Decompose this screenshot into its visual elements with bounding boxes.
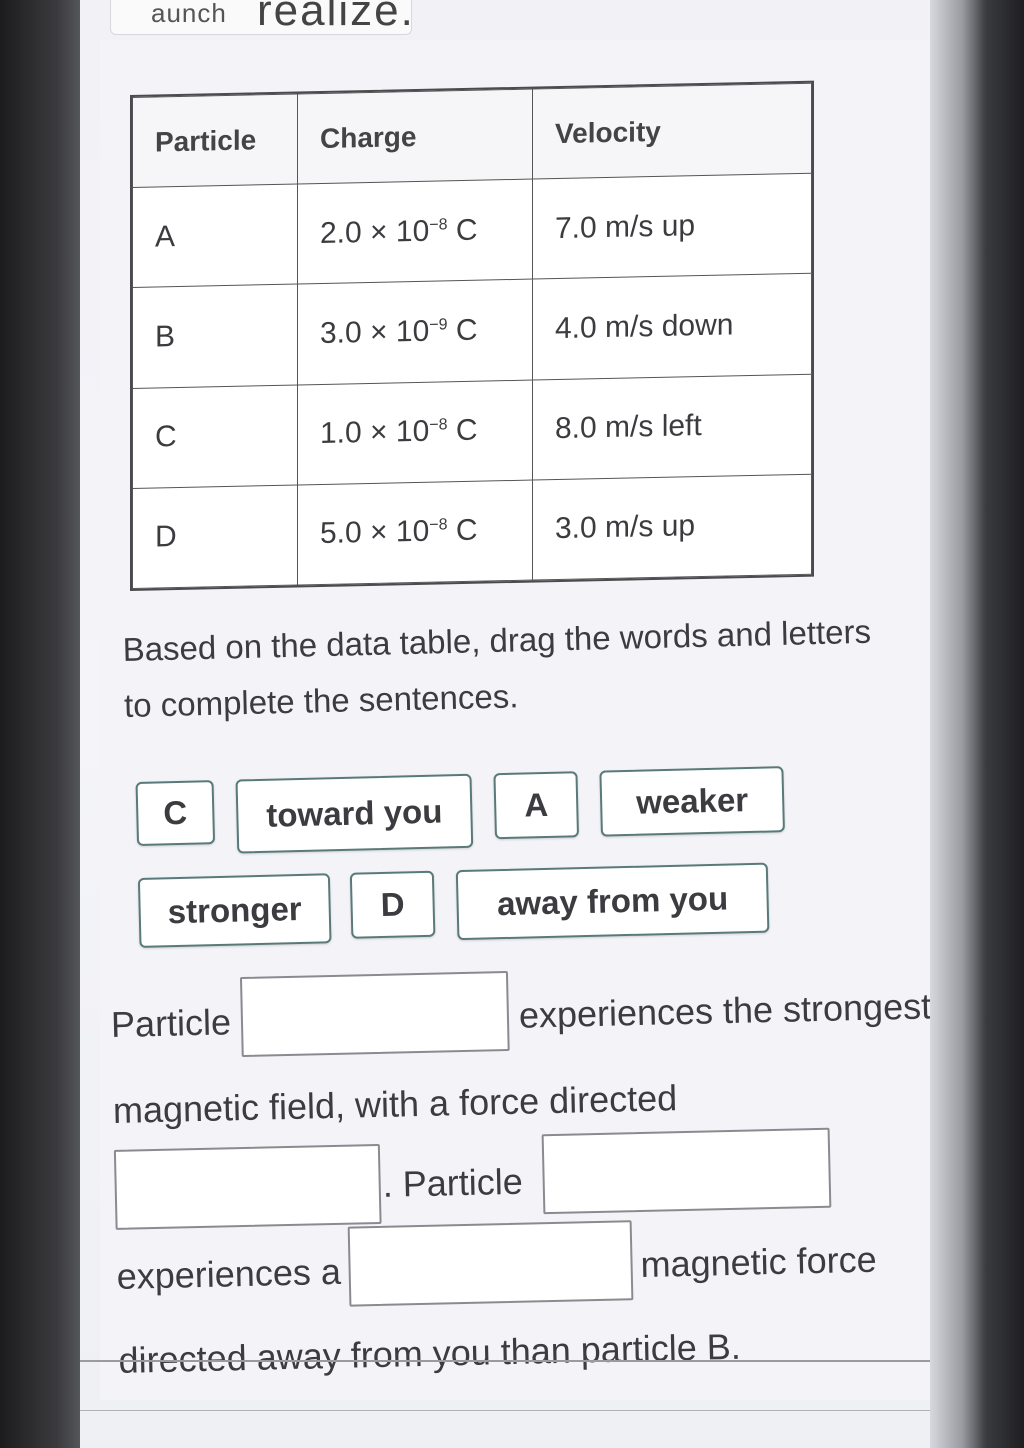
cell-charge: 3.0 × 10−9 C [297,279,533,385]
drop-target-2[interactable] [113,1143,382,1230]
device-bezel-left [0,0,80,1448]
sentence-text-6: magnetic force [640,1238,878,1286]
drop-target-1[interactable] [239,970,510,1058]
launch-label[interactable]: aunch [151,0,227,29]
table-row: B 3.0 × 10−9 C 4.0 m/s down [132,273,812,388]
sentence-text-3: magnetic field, with a force directed [112,1077,678,1131]
chip-d[interactable]: D [349,870,436,939]
sentence-text-5: experiences a [116,1250,342,1297]
cell-particle: C [132,384,298,489]
device-bezel-right [929,0,1024,1448]
chip-weaker[interactable]: weaker [599,766,785,837]
cell-particle: D [132,484,298,589]
screen: aunch realize. Particle Charge Velocity … [80,0,930,1448]
header-velocity: Velocity [532,83,812,180]
cell-velocity: 4.0 m/s down [532,273,812,380]
data-table: Particle Charge Velocity A 2.0 × 10−8 C … [130,80,814,591]
cell-velocity: 8.0 m/s left [532,373,812,480]
sentence-text-2: experiences the strongest [518,985,930,1036]
cell-particle: B [132,284,298,388]
instructions: Based on the data table, drag the words … [122,602,924,734]
sentence-text-1: Particle [110,1001,232,1045]
divider [80,1360,930,1362]
word-bank: C toward you A weaker stronger D away fr… [135,742,860,960]
table-row: A 2.0 × 10−8 C 7.0 m/s up [132,173,812,288]
drop-target-3[interactable] [541,1127,832,1215]
divider [80,1410,930,1411]
table-row: C 1.0 × 10−8 C 8.0 m/s left [132,373,812,489]
table-row: D 5.0 × 10−8 C 3.0 m/s up [132,473,812,589]
cell-velocity: 3.0 m/s up [532,473,812,581]
cell-particle: A [132,183,298,288]
question-card: Particle Charge Velocity A 2.0 × 10−8 C … [100,40,930,1400]
brand-logo: realize. [257,0,415,35]
drop-target-4[interactable] [347,1220,634,1307]
sentence-text-4: . Particle [382,1160,524,1205]
table-header-row: Particle Charge Velocity [132,83,812,188]
chip-c[interactable]: C [135,780,216,846]
sentence-area: Particle experiences the strongest magne… [110,961,930,1400]
cell-velocity: 7.0 m/s up [532,173,812,280]
header-particle: Particle [132,93,298,188]
header-charge: Charge [297,89,533,184]
chip-stronger[interactable]: stronger [137,873,332,948]
top-bar: aunch realize. [110,0,415,35]
chip-a[interactable]: A [493,771,580,840]
chip-toward-you[interactable]: toward you [235,773,474,854]
cell-charge: 1.0 × 10−8 C [297,379,533,485]
cell-charge: 5.0 × 10−8 C [297,479,533,585]
sentence-text-7: directed away from you than particle B. [118,1325,742,1381]
cell-charge: 2.0 × 10−8 C [297,179,533,285]
chip-away-from-you[interactable]: away from you [455,862,770,941]
